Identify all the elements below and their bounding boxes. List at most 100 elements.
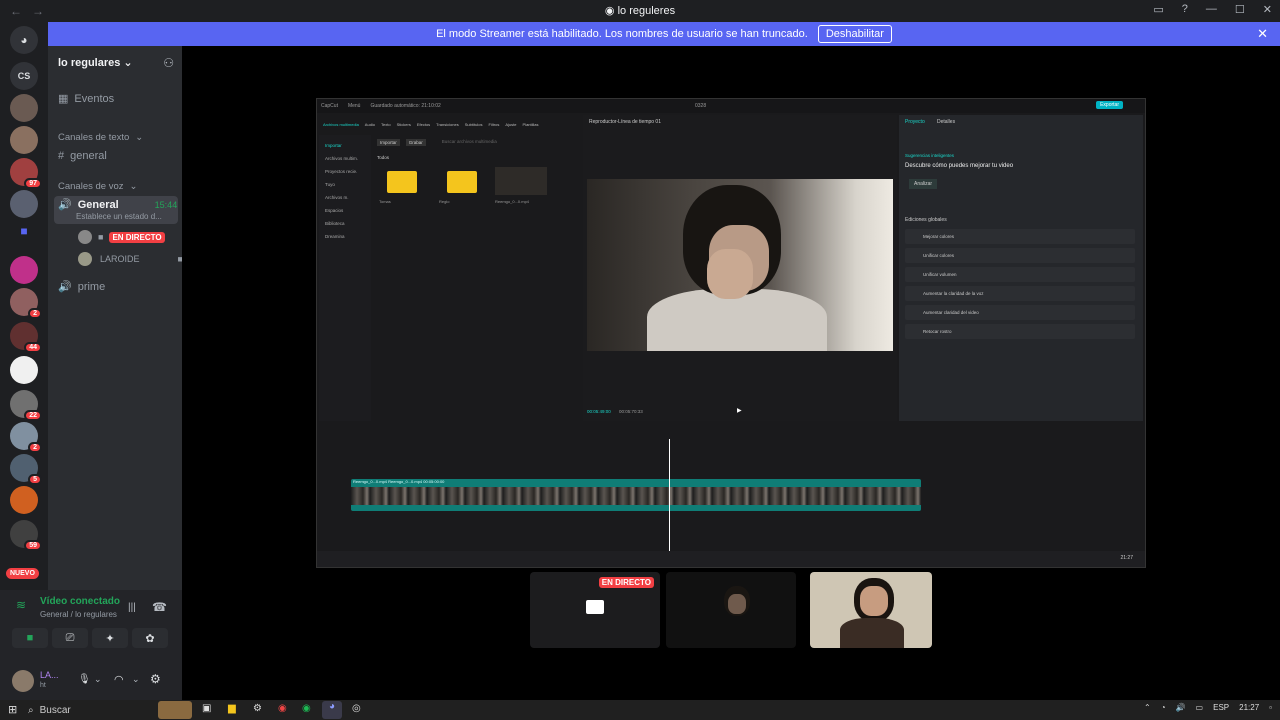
voice-channel-general[interactable]: 🔊 General 15:44 <box>58 198 177 212</box>
maximize-icon[interactable]: ☐ <box>1235 3 1245 16</box>
settings-gear-icon[interactable]: ⚙ <box>150 672 161 686</box>
server-icon[interactable]: 2 <box>10 422 42 453</box>
invite-member-icon[interactable]: ⚇ <box>163 56 174 70</box>
speaker-icon: 🔊 <box>58 281 72 293</box>
channel-sidebar: lo regulares ⌄ ⚇ ▦ Eventos Canales de te… <box>48 46 183 590</box>
remote-taskbar: 21:27 <box>317 551 1145 567</box>
category-voice-channels[interactable]: Canales de voz ⌄ <box>58 181 137 192</box>
windows-start-icon[interactable]: ⊞ <box>8 703 17 716</box>
server-icon[interactable]: 59 <box>10 520 42 551</box>
battery-icon[interactable]: ▭ <box>1196 703 1204 712</box>
server-name-header[interactable]: lo regulares ⌄ <box>58 56 133 69</box>
screen-icon <box>586 600 604 614</box>
server-icon[interactable] <box>10 94 38 122</box>
chevron-up-icon[interactable]: ⌃ <box>1144 703 1151 712</box>
activities-button[interactable]: ✦ <box>92 628 128 648</box>
server-icon[interactable]: 44 <box>10 322 42 353</box>
volume-icon[interactable]: 🔊 <box>1176 703 1186 712</box>
folder-icon[interactable] <box>387 171 417 193</box>
widget-icon[interactable] <box>158 701 192 719</box>
microphone-icon[interactable]: 🎙 <box>78 674 91 685</box>
chevron-down-icon[interactable]: ⌄ <box>132 674 140 685</box>
timeline-playhead[interactable] <box>669 439 670 551</box>
search-icon: ⌕ <box>28 704 34 716</box>
participant-tile-camera[interactable] <box>810 572 932 648</box>
avatar <box>78 230 92 244</box>
voice-status-text[interactable]: Establece un estado d... <box>76 212 162 221</box>
windows-taskbar: ⊞ ⌕ Buscar ▣ ▆ ⚙ ◉ ◉ ◕ ◎ ⌃ ◔ 🔊 ▭ ESP 21:… <box>0 700 1280 720</box>
avatar <box>78 252 92 266</box>
wifi-icon[interactable]: ◔ <box>1161 703 1166 712</box>
new-badge: NUEVO <box>6 568 39 579</box>
voice-member-self[interactable]: ■ EN DIRECTO <box>78 230 165 244</box>
participant-tile-stream[interactable]: EN DIRECTO <box>530 572 660 648</box>
discord-home-icon[interactable]: ◕ <box>10 26 38 54</box>
timeline-panel: Reemgo_0...0.mp4 Reemgo_0...0.mp4 00:05:… <box>319 425 1143 553</box>
inbox-icon[interactable]: ▭ <box>1153 3 1163 16</box>
mention-badge: 2 <box>28 442 42 453</box>
mention-badge: 2 <box>28 308 42 319</box>
events-item[interactable]: ▦ Eventos <box>58 92 114 106</box>
server-icon[interactable] <box>10 486 38 514</box>
close-icon[interactable]: ✕ <box>1263 3 1272 16</box>
headphones-icon[interactable]: ◠ <box>114 673 124 686</box>
task-view-icon[interactable]: ▣ <box>202 703 211 714</box>
system-tray: ⌃ ◔ 🔊 ▭ ESP 21:27 ▫ <box>1144 703 1272 712</box>
server-icon[interactable]: 2 <box>10 288 42 319</box>
disable-streamer-button[interactable]: Deshabilitar <box>817 25 892 43</box>
chevron-down-icon[interactable]: ⌄ <box>94 674 102 685</box>
notifications-icon[interactable]: ▫ <box>1269 703 1272 712</box>
server-icon[interactable] <box>10 190 38 218</box>
live-badge: EN DIRECTO <box>109 231 165 243</box>
minimize-icon[interactable]: — <box>1206 3 1217 16</box>
server-icon[interactable] <box>10 126 38 154</box>
video-clip-thumbnail[interactable] <box>495 167 547 195</box>
media-tabs: Archivos multimedia Audio Texto Stickers… <box>323 121 539 127</box>
screenshare-stream[interactable]: CapCut Menú Guardado automático: 21:10:0… <box>316 98 1146 568</box>
banner-text: El modo Streamer está habilitado. Los no… <box>436 28 808 40</box>
disconnect-icon[interactable]: ☎ <box>152 600 167 614</box>
video-track-clip[interactable]: Reemgo_0...0.mp4 Reemgo_0...0.mp4 00:05:… <box>351 479 921 511</box>
title-bar: ← → ◉ lo reguleres ▭ ? — ☐ ✕ <box>0 0 1280 22</box>
play-icon[interactable]: ▶ <box>737 407 742 414</box>
channel-general-text[interactable]: # general <box>58 150 107 162</box>
voice-connection-panel: ≋ Vídeo conectado General / lo regulares… <box>0 590 182 700</box>
server-icon[interactable]: 5 <box>10 454 42 485</box>
camera-button[interactable]: ■ <box>12 628 48 648</box>
help-icon[interactable]: ? <box>1182 3 1188 16</box>
participant-tile-camera[interactable] <box>666 572 796 648</box>
mention-badge: 5 <box>28 474 42 485</box>
category-text-channels[interactable]: Canales de texto ⌄ <box>58 132 143 143</box>
mention-badge: 44 <box>24 342 42 353</box>
server-icon[interactable] <box>10 356 38 384</box>
capcut-logo: CapCut <box>321 103 338 109</box>
noise-suppression-icon[interactable]: ||| <box>128 602 136 613</box>
folder-icon[interactable] <box>447 171 477 193</box>
avatar[interactable] <box>12 670 34 692</box>
file-explorer-icon[interactable]: ▆ <box>228 703 236 714</box>
mention-badge: 22 <box>24 410 42 421</box>
speaker-icon: 🔊 <box>58 199 72 211</box>
server-icon[interactable] <box>10 256 38 284</box>
screenshare-button[interactable]: ⎚ <box>52 628 88 648</box>
soundboard-button[interactable]: ✿ <box>132 628 168 648</box>
user-bar: LA... ht 🎙 ⌄ ◠ ⌄ ⚙ <box>0 664 182 700</box>
window-title: ◉ lo reguleres <box>604 5 676 17</box>
server-icon[interactable]: 97 <box>10 158 42 189</box>
server-cs[interactable]: CS <box>10 62 38 90</box>
spotify-icon[interactable]: ◉ <box>302 703 311 714</box>
voice-channel-prime[interactable]: 🔊 prime <box>58 280 105 294</box>
folder-icon[interactable]: ■ <box>10 224 38 252</box>
banner-close-icon[interactable]: ✕ <box>1257 26 1268 42</box>
voice-member-laroide[interactable]: LAROIDE ■ <box>78 252 183 266</box>
settings-icon[interactable]: ⚙ <box>253 703 262 714</box>
server-icon[interactable]: 22 <box>10 390 42 421</box>
chrome-icon[interactable]: ◉ <box>278 703 287 714</box>
mention-badge: 59 <box>24 540 42 551</box>
menu-button[interactable]: Menú <box>348 103 361 109</box>
export-button[interactable]: Exportar <box>1096 101 1123 109</box>
voice-location[interactable]: General / lo regulares <box>40 610 117 619</box>
discord-icon[interactable]: ◕ <box>322 701 342 719</box>
obs-icon[interactable]: ◎ <box>352 703 361 714</box>
streamer-mode-banner: El modo Streamer está habilitado. Los no… <box>48 22 1280 46</box>
